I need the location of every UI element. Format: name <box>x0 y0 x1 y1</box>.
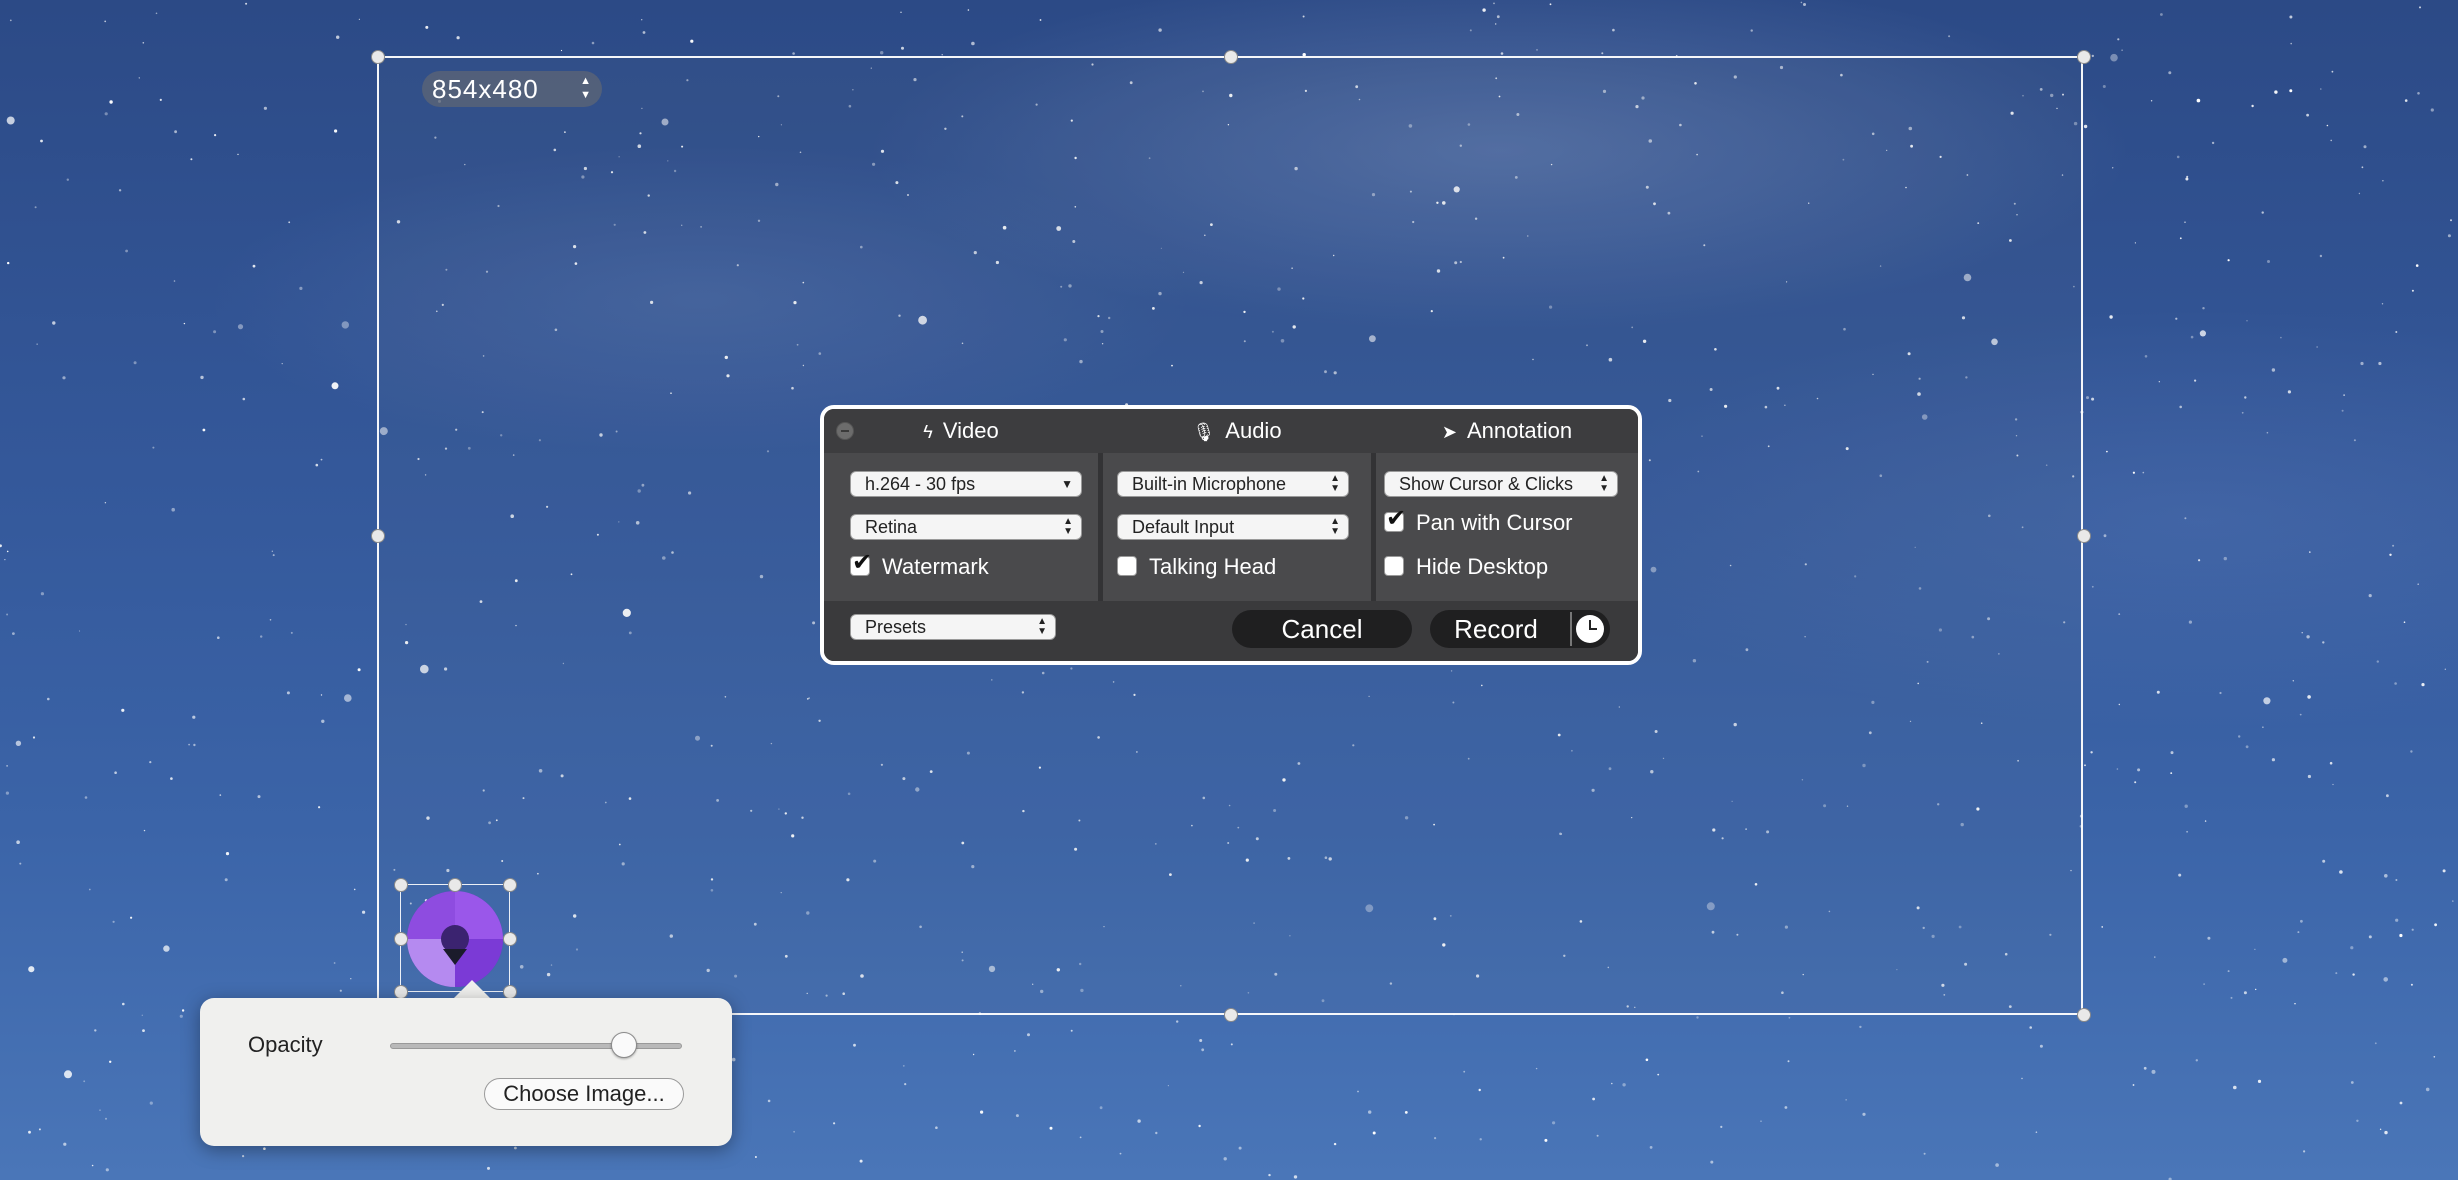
talking-head-label: Talking Head <box>1149 554 1277 579</box>
hide-desktop-label: Hide Desktop <box>1416 554 1549 579</box>
tab-audio-label: Audio <box>1225 418 1282 443</box>
presets-value: Presets <box>865 617 927 637</box>
cursor-mode-dropdown[interactable]: Show Cursor & Clicks ▲ ▼ <box>1384 471 1618 497</box>
record-label: Record <box>1454 614 1538 644</box>
cursor-mode-value: Show Cursor & Clicks <box>1399 474 1574 494</box>
stepper-arrows-icon: ▲ ▼ <box>1330 473 1340 494</box>
checkbox-empty-icon <box>1117 556 1137 577</box>
audio-output-dropdown[interactable]: Default Input ▲ ▼ <box>1117 514 1349 540</box>
checkbox-empty-icon <box>1384 556 1404 577</box>
watermark-handle-top[interactable] <box>448 878 462 892</box>
stepper-arrows-icon: ▲ ▼ <box>1037 616 1047 637</box>
watermark-label: Watermark <box>882 554 989 579</box>
stepper-arrows-icon: ▲ ▼ <box>1330 516 1340 537</box>
pan-with-cursor-checkbox[interactable]: Pan with Cursor <box>1384 505 1573 537</box>
bolt-icon: ϟ <box>923 422 933 442</box>
resize-handle-bottom-right[interactable] <box>2077 1008 2091 1022</box>
choose-image-button[interactable]: Choose Image... <box>484 1078 684 1110</box>
resize-handle-top[interactable] <box>1224 50 1238 64</box>
cancel-button[interactable]: Cancel <box>1232 610 1412 648</box>
audio-input-value: Built-in Microphone <box>1132 474 1287 494</box>
watermark-handle-bottom-left[interactable] <box>394 985 408 999</box>
watermark-handle-left[interactable] <box>394 932 408 946</box>
dropdown-arrow-icon: ▼ <box>1061 477 1073 491</box>
watermark-checkbox[interactable]: Watermark <box>850 549 989 581</box>
tab-audio[interactable]: 🎙 Audio <box>1103 409 1371 453</box>
video-codec-value: h.264 - 30 fps <box>865 474 976 494</box>
resize-handle-top-right[interactable] <box>2077 50 2091 64</box>
opacity-slider-track[interactable] <box>390 1043 682 1049</box>
tab-video-label: Video <box>942 418 999 443</box>
hide-desktop-checkbox[interactable]: Hide Desktop <box>1384 553 1548 581</box>
resolution-stepper[interactable]: 854x480 ▲ ▼ <box>422 71 602 107</box>
opacity-slider-knob[interactable] <box>610 1032 637 1058</box>
watermark-handle-right[interactable] <box>503 932 517 946</box>
video-scale-dropdown[interactable]: Retina ▲ ▼ <box>850 514 1082 540</box>
opacity-label: Opacity <box>248 1032 323 1057</box>
checkbox-checked-icon <box>1384 505 1406 533</box>
resize-handle-left[interactable] <box>371 529 385 543</box>
record-split-divider <box>1570 612 1572 646</box>
stepper-arrows-icon: ▲ ▼ <box>1599 473 1609 494</box>
tab-annotation[interactable]: ➤ Annotation <box>1376 409 1638 453</box>
audio-output-value: Default Input <box>1132 517 1235 537</box>
resolution-value: 854x480 <box>432 74 539 104</box>
tab-annotation-label: Annotation <box>1466 418 1573 443</box>
tab-video[interactable]: ϟ Video <box>824 409 1098 453</box>
talking-head-checkbox[interactable]: Talking Head <box>1117 553 1276 581</box>
video-codec-dropdown[interactable]: h.264 - 30 fps ▼ <box>850 471 1082 497</box>
popover-arrow <box>452 980 492 1000</box>
audio-input-dropdown[interactable]: Built-in Microphone ▲ ▼ <box>1117 471 1349 497</box>
video-scale-value: Retina <box>865 517 918 537</box>
recording-control-panel: ϟ Video 🎙 Audio ➤ Annotation h.264 - 30 fps… <box>820 405 1642 665</box>
resize-handle-bottom[interactable] <box>1224 1008 1238 1022</box>
watermark-logo-image <box>407 891 503 987</box>
timer-clock-icon[interactable] <box>1576 615 1604 643</box>
checkbox-checked-icon <box>850 549 872 577</box>
watermark-handle-top-left[interactable] <box>394 878 408 892</box>
microphone-icon: 🎙 <box>1192 422 1216 442</box>
watermark-settings-popover: Opacity Choose Image... <box>200 998 732 1146</box>
presets-dropdown[interactable]: Presets ▲ ▼ <box>850 614 1056 640</box>
cursor-icon: ➤ <box>1441 422 1457 442</box>
watermark-handle-top-right[interactable] <box>503 878 517 892</box>
stepper-arrows-icon: ▲ ▼ <box>1063 516 1073 537</box>
stepper-arrows-icon: ▲ ▼ <box>580 75 592 101</box>
pan-with-cursor-label: Pan with Cursor <box>1416 510 1573 535</box>
watermark-handle-bottom-right[interactable] <box>503 985 517 999</box>
resize-handle-top-left[interactable] <box>371 50 385 64</box>
resize-handle-right[interactable] <box>2077 529 2091 543</box>
